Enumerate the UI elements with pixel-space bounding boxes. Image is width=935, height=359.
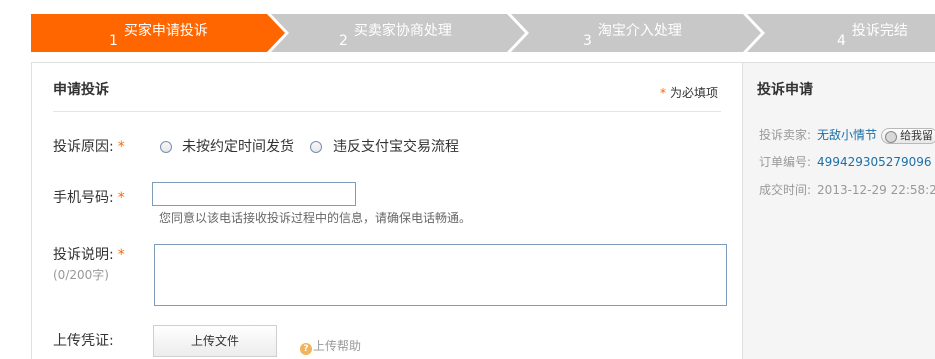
- step-1: 1 买家申请投诉: [109, 14, 208, 52]
- phone-input[interactable]: [152, 182, 356, 206]
- upload-label: 上传凭证:: [53, 333, 114, 349]
- step-1-label: 买家申请投诉: [123, 23, 208, 39]
- required-note-text: 为必填项: [669, 86, 718, 100]
- step-3: 3 淘宝介入处理: [583, 14, 682, 52]
- step-4: 4 投诉完结: [837, 14, 908, 52]
- help-icon: ?: [300, 343, 312, 355]
- reason-option-late-shipping[interactable]: 未按约定时间发货: [182, 136, 294, 156]
- upload-help-link[interactable]: ? 上传帮助: [300, 337, 361, 355]
- message-seller-label: 给我留: [900, 129, 934, 142]
- progress-steps: 1 买家申请投诉 2 买卖家协商处理 3 淘宝介入处理 4 投诉完结: [31, 14, 935, 52]
- sidebar-title: 投诉申请: [757, 82, 813, 98]
- upload-file-button[interactable]: 上传文件: [153, 325, 277, 357]
- step-4-number: 4: [837, 33, 846, 49]
- required-star: *: [659, 86, 666, 100]
- deal-time-row: 成交时间: 2013-12-29 22:58:27: [759, 181, 935, 198]
- order-number-link[interactable]: 499429305279096: [817, 155, 932, 169]
- description-counter: (0/200字): [53, 268, 109, 282]
- complaint-info-sidebar: 投诉申请 投诉卖家: 无敌小情节 给我留 订单编号: 499429305279096 …: [742, 62, 935, 359]
- deal-time-key: 成交时间:: [759, 183, 812, 197]
- step-2: 2 买卖家协商处理: [339, 14, 452, 52]
- reason-radio-alipay-violation[interactable]: [310, 141, 322, 153]
- reason-label: 投诉原因: *: [53, 136, 125, 156]
- message-seller-button[interactable]: 给我留: [881, 128, 935, 144]
- step-2-label: 买卖家协商处理: [353, 23, 452, 39]
- order-key: 订单编号:: [759, 155, 812, 169]
- upload-help-text[interactable]: 上传帮助: [313, 339, 361, 353]
- seller-link[interactable]: 无敌小情节: [817, 128, 877, 142]
- step-3-label: 淘宝介入处理: [597, 23, 682, 39]
- step-3-number: 3: [583, 33, 592, 49]
- reason-option-alipay-violation[interactable]: 违反支付宝交易流程: [333, 136, 459, 156]
- description-label: 投诉说明: *: [53, 244, 125, 264]
- order-row: 订单编号: 499429305279096: [759, 153, 932, 170]
- reason-label-text: 投诉原因:: [53, 139, 114, 155]
- phone-hint: 您同意以该电话接收投诉过程中的信息，请确保电话畅通。: [159, 211, 472, 225]
- deal-time-value: 2013-12-29 22:58:27: [817, 183, 935, 197]
- phone-required-star: *: [117, 190, 125, 206]
- form-title: 申请投诉: [53, 82, 109, 98]
- seller-row: 投诉卖家: 无敌小情节 给我留: [759, 126, 935, 144]
- seller-key: 投诉卖家:: [759, 128, 812, 142]
- description-textarea[interactable]: [154, 244, 727, 306]
- reason-required-star: *: [117, 139, 125, 155]
- step-4-label: 投诉完结: [851, 23, 908, 39]
- step-2-number: 2: [339, 33, 348, 49]
- complaint-form-panel: 申请投诉 * 为必填项 投诉原因: * 未按约定时间发货 违反支付宝交易流程 手机号…: [31, 62, 743, 359]
- phone-label-text: 手机号码:: [53, 190, 114, 206]
- description-label-text: 投诉说明:: [53, 247, 114, 263]
- description-required-star: *: [117, 247, 125, 263]
- reason-radio-late-shipping[interactable]: [160, 141, 172, 153]
- step-1-number: 1: [109, 33, 118, 49]
- phone-label: 手机号码: *: [53, 187, 125, 207]
- form-divider: [53, 111, 721, 112]
- required-note: * 为必填项: [660, 84, 718, 101]
